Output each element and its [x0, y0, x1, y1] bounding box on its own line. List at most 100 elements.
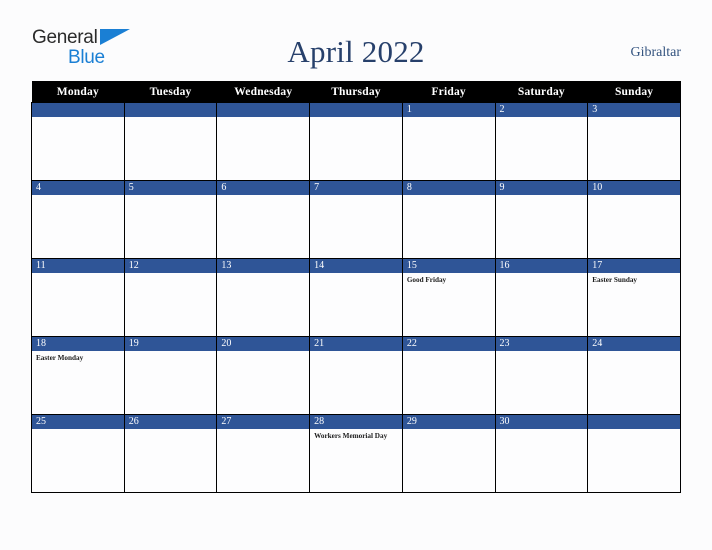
- day-events: [32, 273, 124, 276]
- day-number: [310, 103, 402, 117]
- day-number: 14: [310, 259, 402, 273]
- calendar-day-cell[interactable]: 18 Easter Monday: [31, 336, 125, 415]
- day-events: Workers Memorial Day: [310, 429, 402, 442]
- calendar-day-cell[interactable]: 11: [31, 258, 125, 337]
- day-number: [124, 103, 217, 117]
- weekday-header-wednesday: Wednesday: [216, 81, 310, 103]
- day-events: [217, 351, 309, 354]
- day-number: 19: [124, 337, 217, 351]
- holiday-event-label: Easter Sunday: [592, 276, 638, 284]
- calendar-day-cell[interactable]: 22: [401, 336, 496, 415]
- holiday-event-label: Workers Memorial Day: [314, 432, 388, 440]
- calendar-day-cell[interactable]: 12: [123, 258, 218, 337]
- calendar-day-cell[interactable]: 17 Easter Sunday: [587, 258, 681, 337]
- day-number: 27: [217, 415, 310, 429]
- day-number: 22: [402, 337, 495, 351]
- calendar-week-row: 123: [31, 102, 681, 181]
- calendar-day-cell[interactable]: 24: [587, 336, 681, 415]
- calendar-day-cell[interactable]: [587, 414, 681, 493]
- day-number: 16: [495, 259, 588, 273]
- weekday-header-friday: Friday: [402, 81, 496, 103]
- day-events: [496, 117, 588, 120]
- day-number: 5: [124, 181, 217, 195]
- day-events: [125, 351, 217, 354]
- calendar-day-cell[interactable]: 10: [587, 180, 681, 259]
- holiday-event-label: Easter Monday: [36, 354, 84, 362]
- calendar-day-cell[interactable]: 21: [309, 336, 403, 415]
- day-events: [496, 429, 588, 432]
- weekday-header-tuesday: Tuesday: [124, 81, 217, 103]
- calendar-day-cell[interactable]: [31, 102, 125, 181]
- calendar-week-row: 25 26 27 28 Workers Memorial Day 29 30: [31, 414, 681, 493]
- day-number: 17: [588, 259, 680, 273]
- day-number: [32, 103, 124, 117]
- day-number: 30: [495, 415, 588, 429]
- calendar-day-cell[interactable]: 15 Good Friday: [401, 258, 496, 337]
- day-events: [125, 273, 217, 276]
- calendar-day-cell[interactable]: 16: [494, 258, 589, 337]
- calendar-table: Monday Tuesday Wednesday Thursday Friday…: [31, 81, 681, 493]
- calendar-day-cell[interactable]: [216, 102, 311, 181]
- day-events: [310, 273, 402, 276]
- day-number: [588, 415, 680, 429]
- day-number: 28: [310, 415, 402, 429]
- weekday-header-sunday: Sunday: [587, 81, 681, 103]
- calendar-day-cell[interactable]: 1: [401, 102, 496, 181]
- calendar-day-cell[interactable]: 23: [494, 336, 589, 415]
- calendar-day-cell[interactable]: 29: [401, 414, 496, 493]
- calendar-day-cell[interactable]: 13: [216, 258, 311, 337]
- calendar-day-cell[interactable]: 2: [494, 102, 589, 181]
- calendar-day-cell[interactable]: 3: [587, 102, 681, 181]
- day-events: [310, 351, 402, 354]
- day-number: 21: [310, 337, 402, 351]
- day-events: [403, 117, 495, 120]
- day-number: [217, 103, 310, 117]
- day-number: 8: [402, 181, 495, 195]
- day-events: [403, 195, 495, 198]
- day-number: 6: [217, 181, 310, 195]
- day-events: [310, 117, 402, 120]
- calendar-day-cell[interactable]: 20: [216, 336, 311, 415]
- day-number: 10: [588, 181, 680, 195]
- day-number: 20: [217, 337, 310, 351]
- logo-text-general: General: [32, 27, 98, 48]
- day-number: 12: [124, 259, 217, 273]
- weekday-header-thursday: Thursday: [309, 81, 403, 103]
- day-events: Good Friday: [403, 273, 495, 286]
- day-events: [496, 273, 588, 276]
- day-events: [403, 429, 495, 432]
- calendar-day-cell[interactable]: 4: [31, 180, 125, 259]
- calendar-day-cell[interactable]: 8: [401, 180, 496, 259]
- day-number: 13: [217, 259, 310, 273]
- calendar-week-row: 4 5 6 7 8 9 10: [31, 180, 681, 259]
- calendar-day-cell[interactable]: [309, 102, 403, 181]
- day-events: [32, 195, 124, 198]
- calendar-day-cell[interactable]: 5: [123, 180, 218, 259]
- calendar-day-cell[interactable]: 26: [123, 414, 218, 493]
- calendar-day-cell[interactable]: 27: [216, 414, 311, 493]
- day-number: 9: [495, 181, 588, 195]
- weekday-header-saturday: Saturday: [495, 81, 588, 103]
- day-events: [125, 117, 217, 120]
- brand-logo[interactable]: General Blue: [32, 28, 136, 70]
- calendar-day-cell[interactable]: 25: [31, 414, 125, 493]
- calendar-day-cell[interactable]: [123, 102, 218, 181]
- calendar-day-cell[interactable]: 28 Workers Memorial Day: [309, 414, 403, 493]
- day-number: 29: [402, 415, 495, 429]
- calendar-day-cell[interactable]: 14: [309, 258, 403, 337]
- day-events: [588, 429, 680, 432]
- calendar-day-cell[interactable]: 19: [123, 336, 218, 415]
- calendar-week-row: 11 12 13 14 15 Good Friday 16 17 Easter Sunday: [31, 258, 681, 337]
- day-number: 24: [588, 337, 680, 351]
- day-events: [588, 195, 680, 198]
- day-number: 23: [495, 337, 588, 351]
- calendar-body: 1 2 3 4 5 6 7 8 9 10 11 12 13 14 15 Good Friday 16 17 East…: [31, 102, 681, 493]
- weekday-header-row: Monday Tuesday Wednesday Thursday Friday…: [31, 81, 681, 103]
- calendar-day-cell[interactable]: 7: [309, 180, 403, 259]
- calendar-day-cell[interactable]: 9: [494, 180, 589, 259]
- calendar-day-cell[interactable]: 6: [216, 180, 311, 259]
- day-events: [496, 351, 588, 354]
- calendar-day-cell[interactable]: 30: [494, 414, 589, 493]
- day-events: [310, 195, 402, 198]
- calendar-week-row: 18 Easter Monday 19 20 21 22 23 24: [31, 336, 681, 415]
